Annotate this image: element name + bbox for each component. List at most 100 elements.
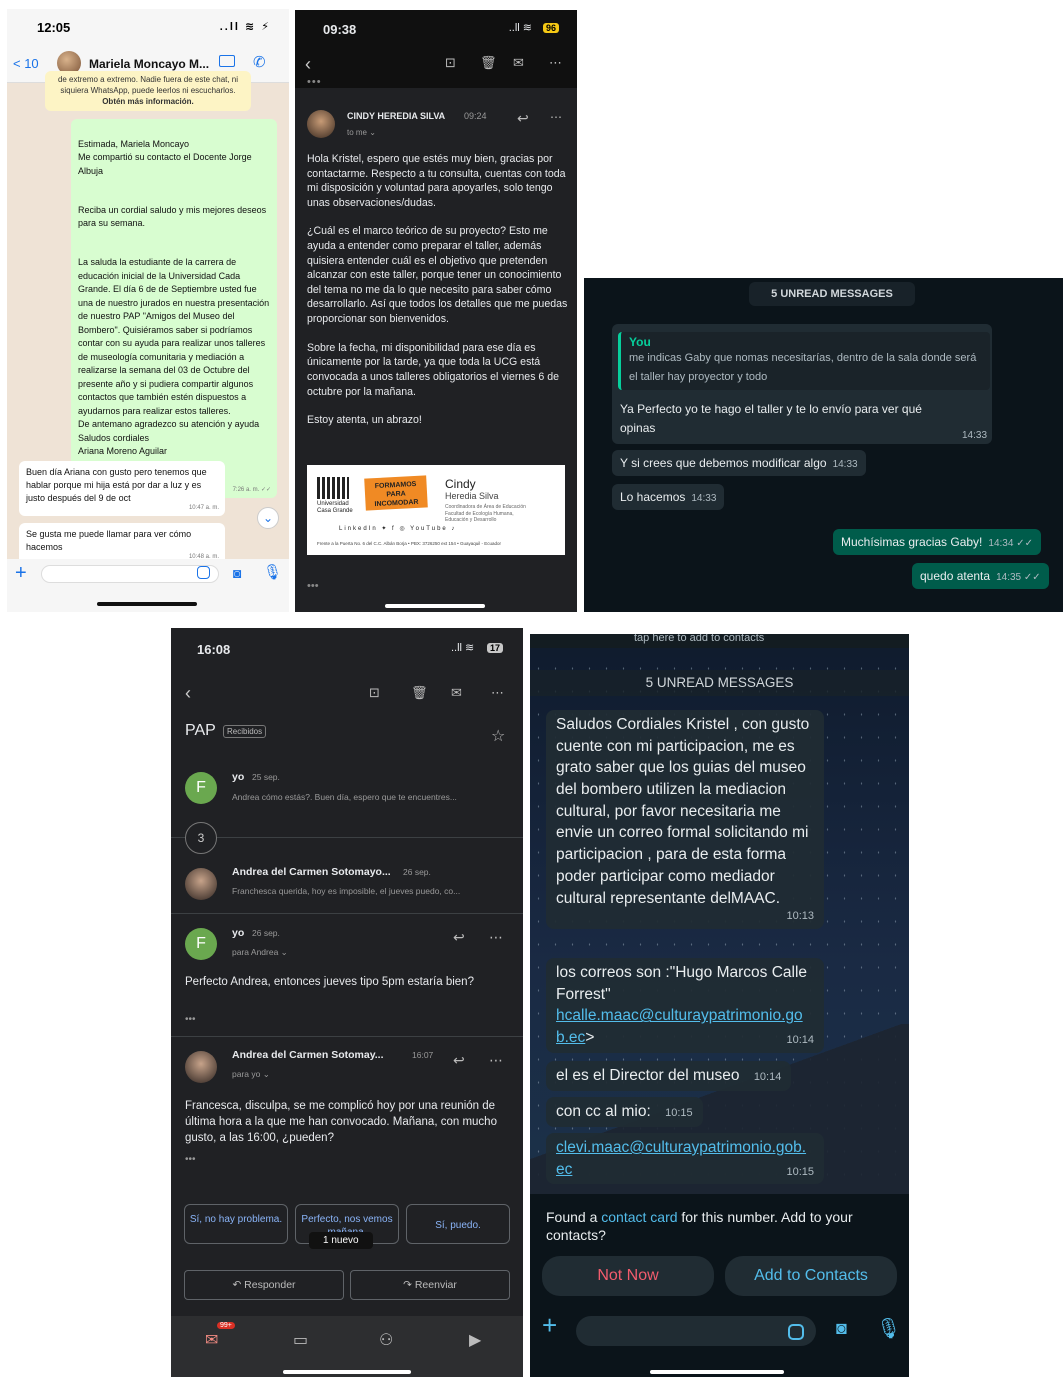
quoted-message[interactable]: You me indicas Gaby que nomas necesitarí…: [618, 332, 990, 390]
trimmed-content-icon[interactable]: •••: [307, 580, 319, 592]
message-body: Francesca, disculpa, se me complicó hoy …: [185, 1100, 497, 1145]
collapsed-count[interactable]: 3: [185, 822, 217, 854]
recipient-toggle[interactable]: to me ⌄: [347, 128, 376, 137]
reply-icon[interactable]: ↩: [517, 110, 529, 127]
recipient-toggle[interactable]: para Andrea ⌄: [232, 947, 288, 958]
archive-icon[interactable]: ⊡: [369, 685, 380, 701]
mail-icon[interactable]: ✉: [513, 55, 524, 71]
message-input[interactable]: [41, 565, 219, 583]
forward-button[interactable]: ↷ Reenviar: [350, 1270, 510, 1300]
more-icon[interactable]: ⋯: [489, 1052, 503, 1069]
inbox-label[interactable]: Recibidos: [223, 725, 267, 738]
more-icon[interactable]: ⋯: [549, 55, 562, 71]
message-text: Buen día Ariana con gusto pero tenemos q…: [26, 467, 207, 504]
spaces-icon[interactable]: ⚇: [379, 1330, 393, 1350]
thread-subject: PAP: [185, 722, 216, 739]
star-icon[interactable]: ☆: [491, 726, 505, 746]
reply-button[interactable]: ↶ Responder: [184, 1270, 344, 1300]
sticker-icon[interactable]: [788, 1324, 804, 1340]
message-time: 14:33: [962, 430, 988, 441]
sender-name: yo: [232, 927, 245, 939]
signature-last-name: Heredia Silva: [445, 491, 499, 501]
microphone-icon[interactable]: 🎙: [876, 1316, 901, 1341]
trimmed-content-icon[interactable]: •••: [185, 1154, 196, 1165]
body-paragraph: ¿Cuál es el marco teórico de su proyecto…: [307, 225, 568, 326]
mail-icon[interactable]: ✉: [451, 685, 462, 701]
quote-author: You: [629, 335, 651, 349]
unread-banner: 5 UNREAD MESSAGES: [530, 670, 909, 696]
message-time: 14:33: [691, 493, 717, 504]
contact-card-link[interactable]: contact card: [601, 1209, 677, 1225]
microphone-icon[interactable]: 🎙: [263, 563, 282, 581]
avatar[interactable]: [307, 110, 335, 138]
message-text: >: [585, 1029, 595, 1047]
more-icon[interactable]: ⋯: [491, 685, 504, 701]
unread-banner: 5 UNREAD MESSAGES: [749, 282, 915, 306]
sticker-icon[interactable]: [197, 566, 210, 579]
back-arrow-icon[interactable]: ‹: [305, 54, 311, 75]
email-link[interactable]: clevi.maac@culturaypatrimonio.gob.ec: [556, 1139, 806, 1178]
sender-name: CINDY HEREDIA SILVA: [347, 111, 446, 121]
sender-name: Andrea del Carmen Sotomayo...: [232, 866, 391, 878]
mail-icon[interactable]: ✉: [205, 1330, 218, 1350]
status-bar: 12:05 ..ll ≋ ⚡: [7, 9, 289, 45]
video-call-icon[interactable]: [219, 55, 235, 67]
incoming-message: el es el Director del museo 10:14: [546, 1061, 792, 1091]
contact-card-prompt: Found a contact card for this number. Ad…: [530, 1194, 909, 1377]
more-icon[interactable]: ⋯: [550, 110, 562, 124]
notice-text: de extremo a extremo. Nadie fuera de est…: [57, 75, 239, 95]
reply-icon[interactable]: ↩: [453, 1052, 465, 1069]
recipient-toggle[interactable]: para yo ⌄: [232, 1069, 270, 1080]
not-now-button[interactable]: Not Now: [542, 1256, 714, 1296]
message-time: 10:15: [786, 1165, 814, 1178]
divider: [171, 1036, 523, 1037]
message-snippet[interactable]: Andrea cómo estás?. Buen día, espero que…: [232, 792, 457, 802]
home-indicator: [385, 604, 485, 608]
notice-link[interactable]: Obtén más información.: [102, 97, 194, 106]
archive-icon[interactable]: ⊡: [445, 55, 456, 71]
encryption-notice[interactable]: de extremo a extremo. Nadie fuera de est…: [45, 71, 251, 112]
message-text: Ya Perfecto yo te hago el taller y te lo…: [620, 402, 922, 436]
smart-reply-button[interactable]: Sí, puedo.: [406, 1204, 510, 1244]
add-contact-hint[interactable]: tap here to add to contacts: [634, 634, 764, 644]
message-input[interactable]: [576, 1316, 816, 1346]
social-icons[interactable]: LinkedIn ✦ f ◎ YouTube ♪: [339, 525, 456, 532]
back-button[interactable]: < 10: [13, 56, 39, 71]
trash-icon[interactable]: 🗑: [411, 685, 428, 701]
avatar: F: [185, 772, 217, 804]
camera-icon[interactable]: ◙: [836, 1318, 847, 1339]
outgoing-message: quedo atenta 14:35 ✓✓: [912, 563, 1049, 589]
message-time: 7:26 a. m. ✓✓: [232, 486, 271, 493]
new-message-toast[interactable]: 1 nuevo: [309, 1232, 373, 1249]
phone-icon[interactable]: ✆: [253, 53, 266, 71]
reply-icon[interactable]: ↩: [453, 929, 465, 946]
message-time: 10:14: [786, 1034, 814, 1047]
camera-icon[interactable]: ◙: [233, 565, 241, 581]
plus-icon[interactable]: +: [15, 562, 27, 585]
add-to-contacts-button[interactable]: Add to Contacts: [725, 1256, 897, 1296]
signature-role: Coordinadora de Área de Educación Facult…: [445, 504, 526, 523]
gmail-thread-dark: 16:08 ..ll ≋ 17 ‹ ⊡ 🗑 ✉ ⋯ PAP Recibidos …: [171, 628, 523, 1377]
message-text: Y si crees que debemos modificar algo: [620, 456, 827, 470]
meet-icon[interactable]: ▶: [469, 1330, 481, 1350]
message-date: 26 sep.: [403, 867, 431, 877]
incoming-message: Y si crees que debemos modificar algo 14:…: [612, 450, 866, 476]
sender-name: Andrea del Carmen Sotomay...: [232, 1049, 384, 1061]
avatar: F: [185, 928, 217, 960]
message-snippet[interactable]: Franchesca querida, hoy es imposible, el…: [232, 886, 460, 896]
scroll-down-button[interactable]: ⌄: [257, 507, 279, 529]
chat-icon[interactable]: ▭: [293, 1330, 308, 1350]
composer-bar: + ◙ 🎙: [7, 559, 289, 612]
back-arrow-icon[interactable]: ‹: [185, 683, 191, 704]
contact-name[interactable]: Mariela Moncayo M...: [89, 57, 209, 71]
plus-icon[interactable]: +: [542, 1310, 557, 1341]
message-text: quedo atenta: [920, 569, 991, 583]
more-icon[interactable]: ⋯: [489, 929, 503, 946]
chat-header[interactable]: tap here to add to contacts: [530, 634, 909, 648]
collapsed-indicator[interactable]: •••: [307, 76, 322, 88]
divider: [171, 837, 523, 838]
trimmed-content-icon[interactable]: •••: [185, 1014, 196, 1025]
email-signature: Universidad Casa Grande FORMAMOS PARA IN…: [307, 465, 565, 555]
smart-reply-button[interactable]: Sí, no hay problema.: [184, 1204, 288, 1244]
trash-icon[interactable]: 🗑: [480, 55, 497, 71]
